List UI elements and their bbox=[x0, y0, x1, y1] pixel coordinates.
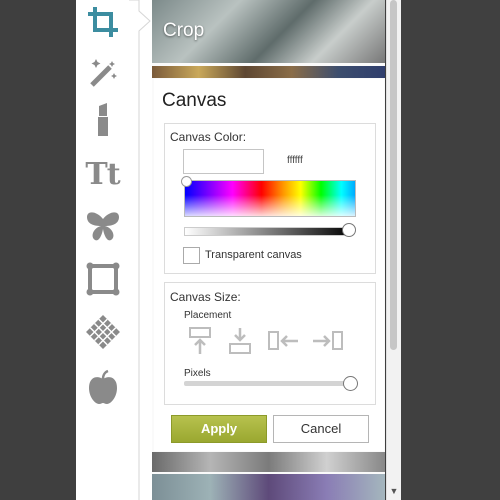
brightness-slider-handle[interactable] bbox=[342, 223, 356, 237]
panel-title: Canvas bbox=[162, 90, 227, 111]
pixels-slider-handle[interactable] bbox=[343, 376, 358, 391]
scrollbar-thumb[interactable] bbox=[390, 0, 397, 350]
placement-bottom-button[interactable] bbox=[227, 326, 253, 356]
placement-top-icon bbox=[187, 327, 213, 360]
transparent-canvas-checkbox[interactable] bbox=[183, 247, 200, 264]
scroll-down-arrow-icon[interactable]: ▼ bbox=[388, 484, 400, 498]
placement-top-button[interactable] bbox=[187, 326, 213, 356]
placement-label: Placement bbox=[184, 310, 232, 321]
brightness-slider[interactable] bbox=[184, 227, 353, 236]
effects-tool[interactable] bbox=[76, 50, 129, 94]
placement-right-button[interactable] bbox=[311, 326, 345, 356]
magic-wand-icon bbox=[86, 55, 120, 89]
spectrum-handle[interactable] bbox=[181, 176, 192, 187]
placement-left-icon bbox=[267, 331, 301, 360]
placement-right-icon bbox=[311, 331, 345, 360]
frame-icon bbox=[86, 262, 120, 296]
pixels-slider[interactable] bbox=[184, 381, 352, 386]
background bbox=[400, 0, 500, 500]
crop-tool[interactable] bbox=[76, 0, 129, 44]
lipstick-icon bbox=[86, 102, 120, 138]
texture-icon bbox=[85, 314, 121, 350]
thumbnail-strip[interactable] bbox=[152, 452, 385, 472]
hex-value: ffffff bbox=[287, 155, 303, 166]
thumbnail-strip[interactable] bbox=[152, 66, 385, 78]
tool-sidebar: Tt bbox=[76, 0, 129, 500]
touch-up-tool[interactable] bbox=[76, 98, 129, 142]
placement-left-button[interactable] bbox=[267, 326, 301, 356]
crop-thumbnail-label: Crop bbox=[163, 20, 205, 41]
color-spectrum[interactable] bbox=[184, 180, 356, 217]
text-tool[interactable]: Tt bbox=[76, 152, 129, 196]
toolbar-edge bbox=[129, 0, 152, 500]
textures-tool[interactable] bbox=[76, 310, 129, 354]
apple-icon bbox=[86, 369, 120, 405]
frames-tool[interactable] bbox=[76, 257, 129, 301]
crop-thumbnail[interactable]: Crop bbox=[152, 0, 385, 63]
apply-button[interactable]: Apply bbox=[171, 415, 267, 443]
canvas-color-label: Canvas Color: bbox=[170, 130, 247, 144]
overlays-tool[interactable] bbox=[76, 205, 129, 249]
butterfly-icon bbox=[85, 211, 121, 243]
seasonal-tool[interactable] bbox=[76, 365, 129, 409]
transparent-canvas-label: Transparent canvas bbox=[205, 249, 302, 261]
pixels-label: Pixels bbox=[184, 368, 211, 379]
text-icon: Tt bbox=[85, 156, 120, 192]
crop-icon bbox=[86, 5, 120, 39]
cancel-button[interactable]: Cancel bbox=[273, 415, 369, 443]
thumbnail-strip[interactable] bbox=[152, 474, 385, 500]
color-input[interactable] bbox=[183, 149, 264, 174]
placement-bottom-icon bbox=[227, 328, 253, 360]
canvas-size-label: Canvas Size: bbox=[170, 290, 241, 304]
